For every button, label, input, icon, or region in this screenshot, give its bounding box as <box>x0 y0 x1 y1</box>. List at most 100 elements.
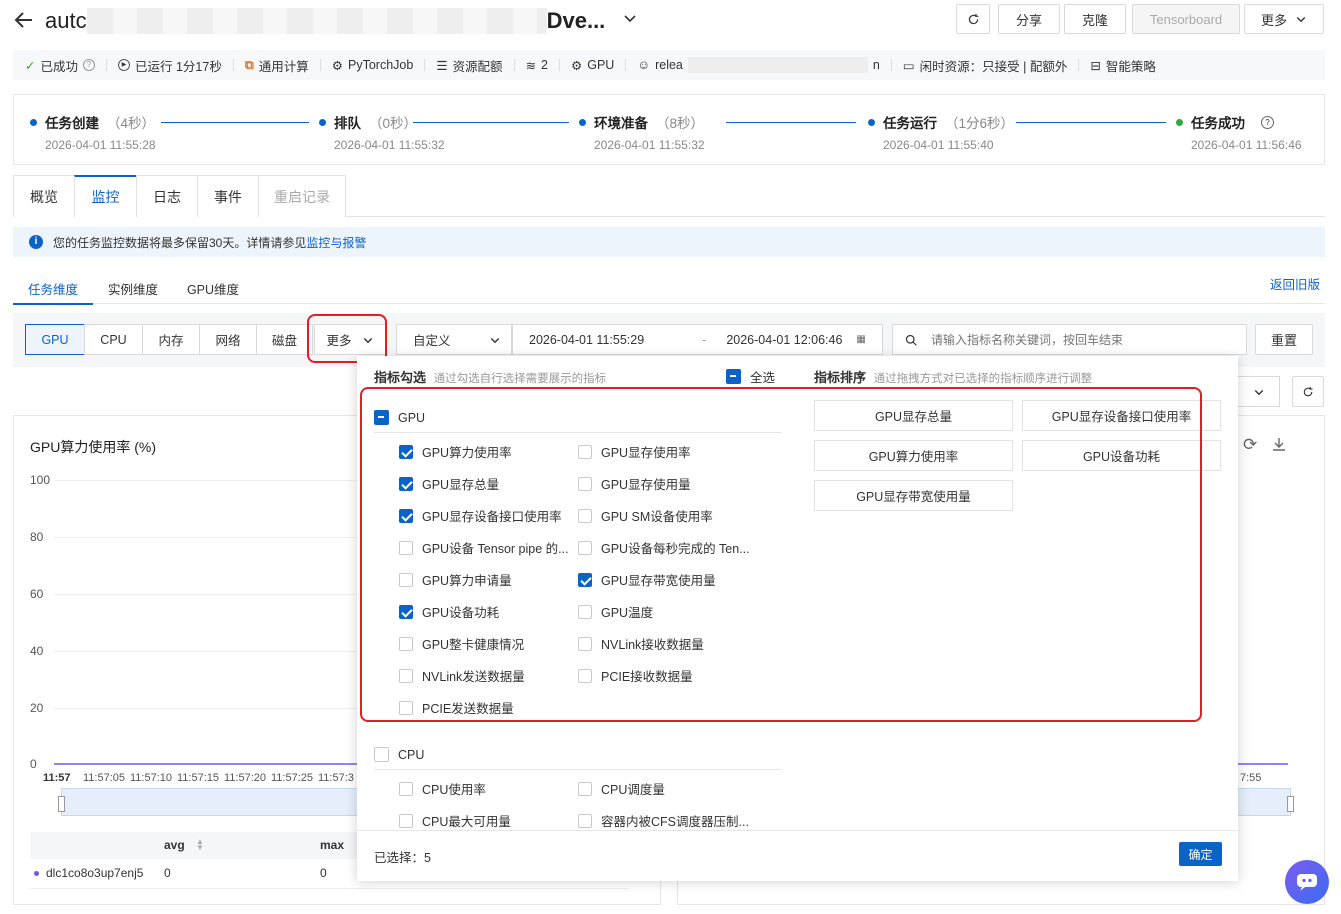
quota-item[interactable]: ☰ 资源配额 <box>436 56 502 75</box>
segment-disk[interactable]: 磁盘 <box>256 324 313 355</box>
col-max[interactable]: max <box>320 838 344 852</box>
clone-button[interactable]: 克隆 <box>1064 4 1126 34</box>
metric-option[interactable]: CPU最大可用量 <box>399 811 511 830</box>
step-connector <box>413 122 569 123</box>
step-duration: （1分6秒） <box>945 116 1015 131</box>
x-tick: 11:57 <box>43 772 71 784</box>
metric-option[interactable]: 容器内被CFS调度器压制... <box>578 811 749 830</box>
chart-refresh-button[interactable] <box>1292 376 1324 407</box>
step-4: 任务成功? 2026-04-01 11:56:46 <box>1176 112 1302 152</box>
highlight-gpu-options <box>360 387 1202 722</box>
step-dot <box>579 118 586 126</box>
sort-icon[interactable]: ▲ ▼ <box>196 838 204 852</box>
metric-option[interactable]: CPU调度量 <box>578 779 665 798</box>
jobtype-item: ⚙ PyTorchJob <box>332 58 414 73</box>
share-button[interactable]: 分享 <box>998 4 1060 34</box>
option-checkbox[interactable] <box>578 813 592 828</box>
search-input[interactable] <box>929 331 1243 348</box>
compute-label: 通用计算 <box>258 59 309 74</box>
tab-restart-records[interactable]: 重启记录 <box>258 175 346 217</box>
step-time: 2026-04-01 11:55:28 <box>45 138 156 152</box>
info-notice: i 您的任务监控数据将最多保留30天。详情请参见 监控与报警 <box>13 227 1325 257</box>
idle-item: ▭ 闲时资源：只接受 | 配额外 <box>903 56 1068 75</box>
range-type-select[interactable]: 自定义 <box>396 324 512 355</box>
confirm-button[interactable]: 确定 <box>1179 842 1222 866</box>
chart-sync-icon[interactable]: ⟳ <box>1243 435 1257 455</box>
zoom-handle-left[interactable] <box>58 796 65 812</box>
more-button[interactable]: 更多 <box>1244 4 1324 34</box>
option-label: CPU使用率 <box>422 783 486 797</box>
series-avg: 0 <box>164 866 171 880</box>
reset-button[interactable]: 重置 <box>1255 324 1313 355</box>
nodes-icon: ≋ <box>525 58 537 73</box>
sort-hint: 通过拖拽方式对已选择的指标顺序进行调整 <box>873 373 1093 385</box>
pick-title-label: 指标勾选 <box>374 370 427 385</box>
strategy-item[interactable]: ⊟ 智能策略 <box>1090 56 1156 75</box>
selected-label: 已选择： <box>374 851 425 865</box>
help-icon[interactable]: ? <box>1261 115 1274 129</box>
jobtype-label: PyTorchJob <box>348 58 414 72</box>
zoom-handle-right[interactable] <box>1287 796 1294 812</box>
notice-link[interactable]: 监控与报警 <box>306 234 366 251</box>
tab-events[interactable]: 事件 <box>197 175 259 217</box>
selected-count-text: 已选择：5 <box>374 847 431 866</box>
segment-gpu[interactable]: GPU <box>25 324 85 355</box>
subtab-gpu[interactable]: GPU维度 <box>176 274 250 303</box>
step-name: 任务创建 <box>45 116 99 131</box>
group-cpu-box[interactable] <box>374 747 389 762</box>
refresh-button[interactable] <box>956 4 990 34</box>
search-icon <box>905 334 917 346</box>
x-tick: 11:57:15 <box>177 772 220 784</box>
select-all-checkbox[interactable]: 全选 <box>726 367 775 386</box>
select-all-box[interactable] <box>726 369 741 384</box>
tensorboard-button[interactable]: Tensorboard <box>1132 4 1240 34</box>
step-name: 任务运行 <box>883 116 937 131</box>
tab-logs[interactable]: 日志 <box>136 175 198 217</box>
subtab-bar <box>13 303 1325 304</box>
group-cpu-checkbox[interactable]: CPU <box>374 747 424 762</box>
step-duration: （8秒） <box>656 116 705 131</box>
step-0: 任务创建 （4秒） 2026-04-01 11:55:28 <box>30 112 156 152</box>
metric-search[interactable] <box>892 324 1247 355</box>
back-old-version-link[interactable]: 返回旧版 <box>1270 274 1320 293</box>
chart-download-icon[interactable] <box>1271 436 1287 455</box>
refresh-icon <box>968 13 978 24</box>
date-range-picker[interactable]: 2026-04-01 11:55:29 - 2026-04-01 12:06:4… <box>512 324 883 355</box>
step-dot <box>319 118 326 126</box>
step-time: 2026-04-01 11:55:32 <box>594 138 705 152</box>
steps-container: 任务创建 （4秒） 2026-04-01 11:55:28 排队 （0秒） 2026-04… <box>13 94 1325 165</box>
option-checkbox[interactable] <box>578 781 592 796</box>
option-checkbox[interactable] <box>399 781 413 796</box>
y-tick: 100 <box>30 473 51 487</box>
option-checkbox[interactable] <box>399 813 413 828</box>
back-arrow-icon[interactable] <box>12 8 36 32</box>
step-name: 任务成功 <box>1191 116 1245 131</box>
step-dot <box>1176 118 1183 126</box>
nodes-item: ≋ 2 <box>526 58 548 73</box>
subtab-task[interactable]: 任务维度 <box>13 274 93 305</box>
y-tick: 40 <box>30 644 44 658</box>
segment-network[interactable]: 网络 <box>199 324 257 355</box>
col-avg[interactable]: avg <box>164 838 185 852</box>
segment-memory[interactable]: 内存 <box>142 324 200 355</box>
step-time: 2026-04-01 11:55:40 <box>883 138 994 152</box>
runtime-item: ▶ 已运行 1分17秒 <box>118 56 222 75</box>
tab-monitor[interactable]: 监控 <box>74 175 137 218</box>
tab-overview[interactable]: 概览 <box>13 175 75 217</box>
pick-hint: 通过勾选自行选择需要展示的指标 <box>433 373 607 385</box>
chat-assistant-button[interactable] <box>1285 860 1329 904</box>
subtab-instance[interactable]: 实例维度 <box>96 274 170 303</box>
step-dot <box>868 118 875 126</box>
metric-option[interactable]: CPU使用率 <box>399 779 486 798</box>
chip-icon: ⚙ <box>571 58 583 73</box>
chart-dropdown[interactable] <box>1238 376 1280 407</box>
chevron-down-icon <box>1254 389 1263 395</box>
title-chevron-down-icon[interactable] <box>622 10 638 29</box>
help-icon[interactable]: ? <box>83 59 95 71</box>
series-name: dlc1co8o3up7enj5 <box>46 866 144 880</box>
segment-cpu[interactable]: CPU <box>84 324 143 355</box>
calendar-icon: ▦ <box>856 334 866 345</box>
compute-item: ⧉ 通用计算 <box>245 56 309 75</box>
title-redacted <box>86 8 547 34</box>
range-end: 2026-04-01 12:06:46 <box>726 332 843 347</box>
